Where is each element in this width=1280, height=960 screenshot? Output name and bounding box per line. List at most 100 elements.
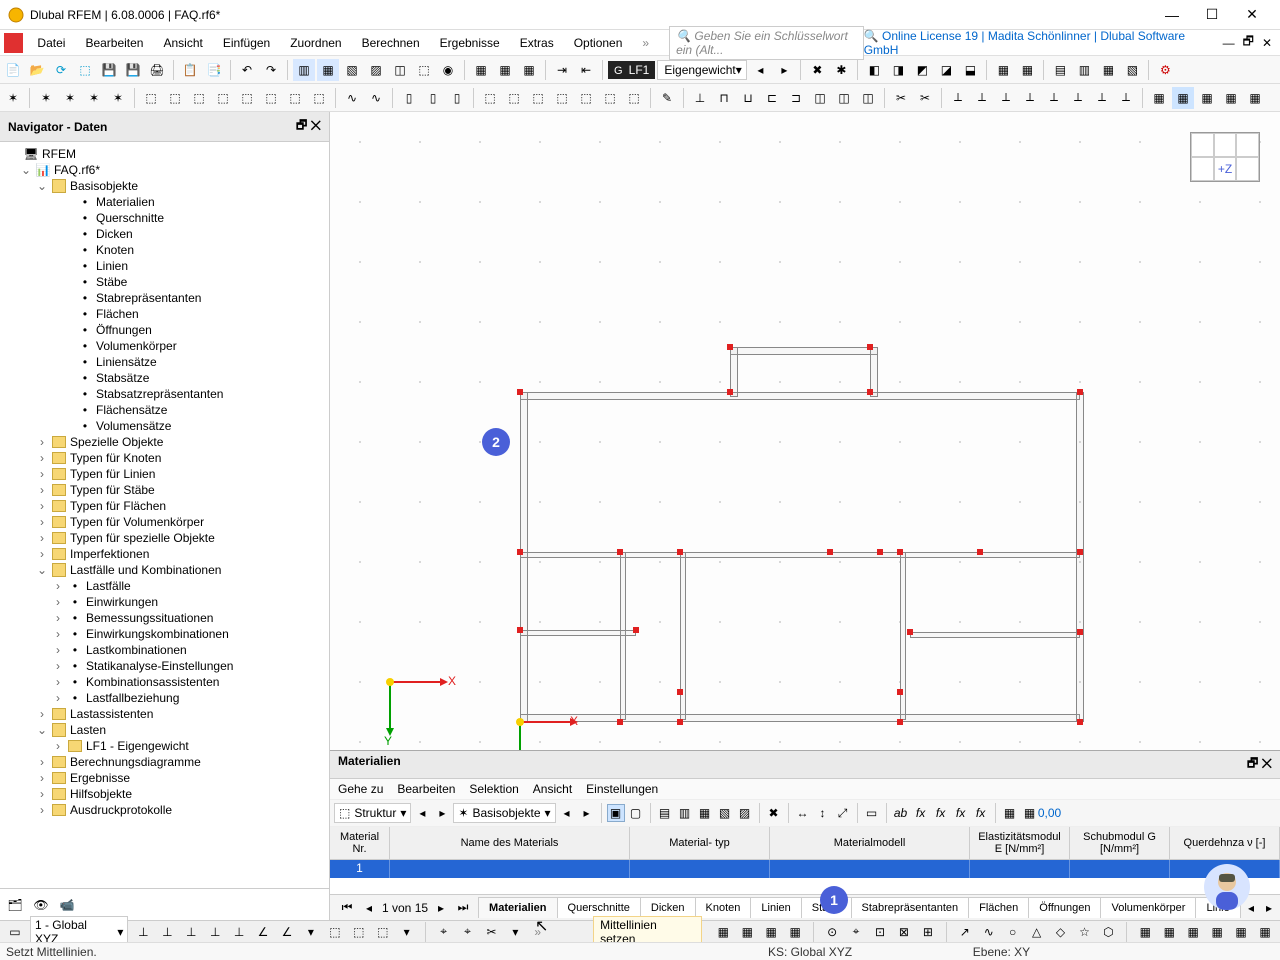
undo-button[interactable]: ↶ <box>236 59 258 81</box>
t2-20[interactable]: ⬚ <box>503 87 525 109</box>
panel-fx1[interactable]: ab <box>892 804 910 822</box>
tree-item[interactable]: ›Berechnungsdiagramme <box>4 754 325 770</box>
panel-tool-k[interactable]: ▭ <box>863 804 881 822</box>
panel-fx4[interactable]: fx <box>952 804 970 822</box>
tree-item[interactable]: •Linien <box>4 258 325 274</box>
panel-tool-g[interactable]: ▨ <box>736 804 754 822</box>
tree-item[interactable]: •Öffnungen <box>4 322 325 338</box>
tree-item[interactable]: •Stabsätze <box>4 370 325 386</box>
tree-item[interactable]: ›Typen für Volumenkörper <box>4 514 325 530</box>
filter1-button[interactable]: ✖ <box>806 59 828 81</box>
align-button[interactable]: ⇥ <box>551 59 573 81</box>
t2-43[interactable]: ⟂ <box>1091 87 1113 109</box>
tree-item[interactable]: ›Lastassistenten <box>4 706 325 722</box>
redo-button[interactable]: ↷ <box>260 59 282 81</box>
sb-b12[interactable]: ▾ <box>398 923 416 941</box>
sb-g3[interactable]: ▦ <box>1184 923 1202 941</box>
t2-48[interactable]: ▦ <box>1220 87 1242 109</box>
sb-b10[interactable]: ⬚ <box>350 923 368 941</box>
tab-last[interactable]: ⏭ <box>454 899 472 917</box>
panel-delete[interactable]: ✖ <box>765 804 783 822</box>
panel-tab[interactable]: Volumenkörper <box>1100 897 1196 918</box>
menu-datei[interactable]: Datei <box>27 32 75 54</box>
t2-40[interactable]: ⟂ <box>1019 87 1041 109</box>
t2-4[interactable]: ✶ <box>83 87 105 109</box>
t2-35[interactable]: ✂ <box>890 87 912 109</box>
tree-basis[interactable]: ⌄Basisobjekte <box>4 178 325 194</box>
sb-b1[interactable]: ⊥ <box>134 923 152 941</box>
sb-f3[interactable]: ○ <box>1004 923 1022 941</box>
sb-f1[interactable]: ↗ <box>956 923 974 941</box>
sb-b11[interactable]: ⬚ <box>374 923 392 941</box>
tab-first[interactable]: ⏮ <box>338 899 356 917</box>
sb-f7[interactable]: ⬡ <box>1099 923 1117 941</box>
sb-c4[interactable]: ▾ <box>506 923 524 941</box>
t2-14[interactable]: ∿ <box>341 87 363 109</box>
tree-item[interactable]: •Dicken <box>4 226 325 242</box>
view1-button[interactable]: ▥ <box>293 59 315 81</box>
tree-item[interactable]: ›Ergebnisse <box>4 770 325 786</box>
panel-fx3[interactable]: fx <box>932 804 950 822</box>
sb-d1[interactable]: ▦ <box>714 923 732 941</box>
tree-item[interactable]: •Volumenkörper <box>4 338 325 354</box>
tree-item[interactable]: ›•Einwirkungskombinationen <box>4 626 325 642</box>
tree-item[interactable]: ›•Einwirkungen <box>4 594 325 610</box>
mod1-button[interactable]: ▦ <box>992 59 1014 81</box>
view7-button[interactable]: ◉ <box>437 59 459 81</box>
panel-tool-j[interactable]: ⤢ <box>834 804 852 822</box>
tree-item[interactable]: ›Ausdruckprotokolle <box>4 802 325 818</box>
calc-button[interactable]: ▦ <box>470 59 492 81</box>
t2-49[interactable]: ▦ <box>1244 87 1266 109</box>
tree-item[interactable]: ›Spezielle Objekte <box>4 434 325 450</box>
t2-3[interactable]: ✶ <box>59 87 81 109</box>
panel-menu-selektion[interactable]: Selektion <box>469 782 518 796</box>
res4-button[interactable]: ◪ <box>935 59 957 81</box>
menu-zuordnen[interactable]: Zuordnen <box>280 32 351 54</box>
minimize-button[interactable]: — <box>1152 1 1192 29</box>
sb-b5[interactable]: ⊥ <box>230 923 248 941</box>
sb-e5[interactable]: ⊞ <box>919 923 937 941</box>
mod2-button[interactable]: ▦ <box>1016 59 1038 81</box>
t2-7[interactable]: ⬚ <box>164 87 186 109</box>
view-cube[interactable]: +Z <box>1190 132 1260 182</box>
res3-button[interactable]: ◩ <box>911 59 933 81</box>
tree-item[interactable]: •Stabsatzrepräsentanten <box>4 386 325 402</box>
t2-2[interactable]: ✶ <box>35 87 57 109</box>
aux-minimize-icon[interactable]: — <box>1219 36 1239 50</box>
panel-tool-c[interactable]: ▤ <box>656 804 674 822</box>
sb-b7[interactable]: ∠ <box>278 923 296 941</box>
sb-g1[interactable]: ▦ <box>1136 923 1154 941</box>
sb-b6[interactable]: ∠ <box>254 923 272 941</box>
panel-tool-d[interactable]: ▥ <box>676 804 694 822</box>
res2-button[interactable]: ◨ <box>887 59 909 81</box>
t2-26[interactable]: ✎ <box>656 87 678 109</box>
panel-next2[interactable]: ▸ <box>578 804 596 822</box>
close-button[interactable]: ✕ <box>1232 1 1272 29</box>
tree-item[interactable]: ›•Lastkombinationen <box>4 642 325 658</box>
help-button[interactable]: ⚙ <box>1154 59 1176 81</box>
panel-tool-i[interactable]: ↕ <box>814 804 832 822</box>
t2-41[interactable]: ⟂ <box>1043 87 1065 109</box>
t2-42[interactable]: ⟂ <box>1067 87 1089 109</box>
menu-berechnen[interactable]: Berechnen <box>352 32 430 54</box>
nav-close-icon[interactable]: ✕ <box>311 118 321 132</box>
menu-more-icon[interactable]: » <box>642 36 649 50</box>
sb-icon1[interactable]: ▭ <box>6 923 24 941</box>
sb-c1[interactable]: ⌖ <box>435 923 453 941</box>
sb-f4[interactable]: △ <box>1028 923 1046 941</box>
sb-c3[interactable]: ✂ <box>483 923 501 941</box>
t2-36[interactable]: ✂ <box>914 87 936 109</box>
panel-prev1[interactable]: ◂ <box>413 804 431 822</box>
sb-d2[interactable]: ▦ <box>738 923 756 941</box>
tree-item[interactable]: ›LF1 - Eigengewicht <box>4 738 325 754</box>
panel-prev2[interactable]: ◂ <box>558 804 576 822</box>
t2-11[interactable]: ⬚ <box>260 87 282 109</box>
t2-18[interactable]: ▯ <box>446 87 468 109</box>
t2-33[interactable]: ◫ <box>833 87 855 109</box>
panel-tab[interactable]: Stabrepräsentanten <box>851 897 970 918</box>
panel-menu-einstellungen[interactable]: Einstellungen <box>586 782 658 796</box>
panel-menu-gehezu[interactable]: Gehe zu <box>338 782 383 796</box>
tree-item[interactable]: ›Imperfektionen <box>4 546 325 562</box>
nav-foot-icon3[interactable]: 📹 <box>58 896 76 914</box>
table-row[interactable]: 1 <box>330 860 1280 878</box>
